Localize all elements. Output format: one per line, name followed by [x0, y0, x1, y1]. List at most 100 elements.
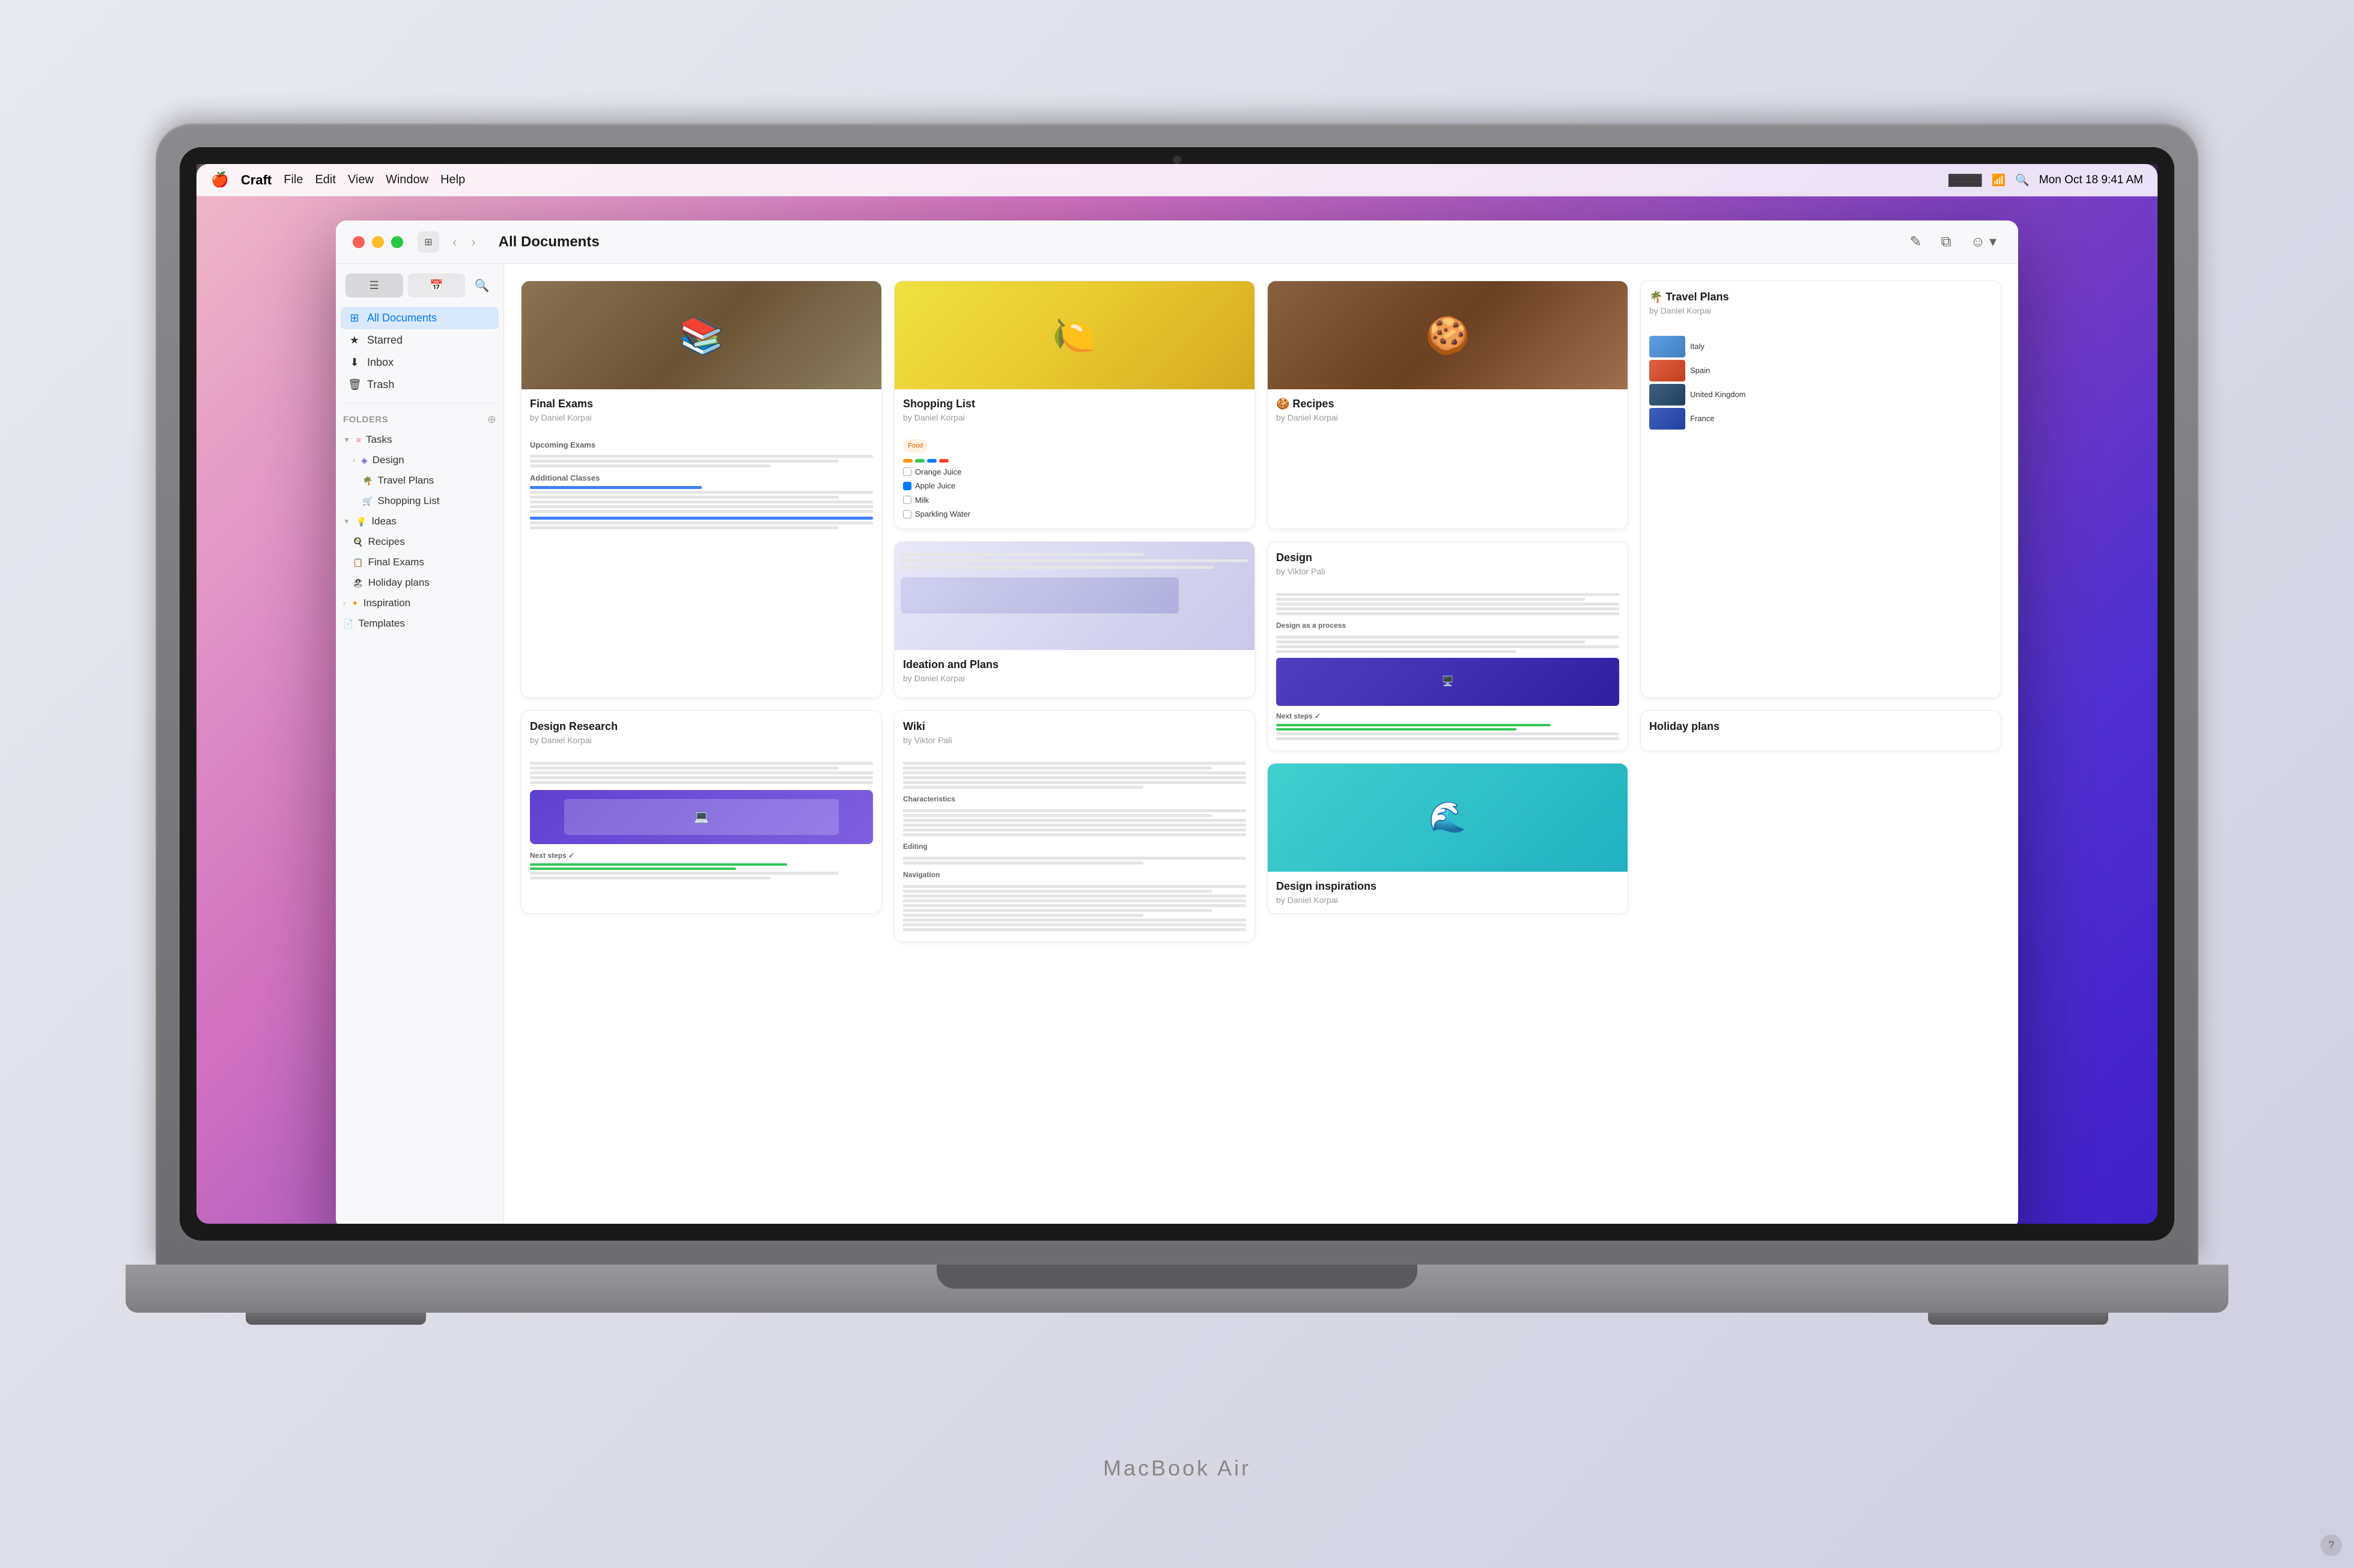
new-document-button[interactable]: ✎	[1905, 231, 1927, 253]
nav-forward-button[interactable]: ›	[465, 231, 481, 254]
sidebar-calendar-view-button[interactable]: 📅	[408, 273, 466, 297]
macbook-label: MacBook Air	[1103, 1456, 1251, 1481]
design-title: Design	[1276, 552, 1619, 564]
ideation-body: Ideation and Plans by Daniel Korpai	[895, 650, 1255, 691]
final-exams-content: Upcoming Exams Additional Classes	[522, 431, 881, 539]
folder-item-inspiration[interactable]: › ✦ Inspiration	[336, 593, 503, 613]
design-research-body: Design Research by Daniel Korpai	[522, 711, 881, 753]
content-area: 📚 Final Exams by Daniel Korpai Upco	[504, 264, 2018, 1224]
window-actions: ✎ ⧉ ☺ ▾	[1905, 231, 2001, 253]
sidebar-nav: ⊞ All Documents ★ Starred ⬇	[336, 302, 503, 401]
doc-card-design[interactable]: Design by Viktor Pali	[1267, 541, 1628, 751]
doc-card-final-exams[interactable]: 📚 Final Exams by Daniel Korpai Upco	[521, 281, 882, 698]
nav-back-button[interactable]: ‹	[446, 231, 463, 254]
folder-item-design[interactable]: › ◈ Design	[336, 450, 503, 470]
starred-icon: ★	[348, 334, 361, 347]
folder-item-shopping-list[interactable]: 🛒 Shopping List	[336, 491, 503, 511]
doc-card-wiki[interactable]: Wiki by Viktor Pali	[894, 710, 1255, 942]
travel-plans-title: 🌴 Travel Plans	[1649, 291, 1992, 303]
doc-card-design-inspirations[interactable]: 🌊 Design inspirations by Daniel Korpai	[1267, 763, 1628, 914]
sidebar-divider	[343, 403, 496, 404]
spain-thumb	[1649, 360, 1685, 381]
sidebar-item-all-documents[interactable]: ⊞ All Documents	[341, 307, 499, 329]
holiday-plans-body: Holiday plans	[1641, 711, 2001, 744]
doc-card-shopping-list[interactable]: 🍋 Shopping List by Daniel Korpai	[894, 281, 1255, 529]
sidebar-list-view-button[interactable]: ☰	[345, 273, 403, 297]
recipes-title: 🍪 Recipes	[1276, 398, 1619, 410]
travel-item-spain: Spain	[1649, 360, 1992, 381]
folder-travel-plans-label: Travel Plans	[377, 475, 434, 487]
menu-help[interactable]: Help	[440, 173, 465, 187]
nav-buttons: ‹ ›	[446, 231, 482, 254]
doc-card-design-research[interactable]: Design Research by Daniel Korpai	[521, 710, 882, 914]
folder-item-travel-plans[interactable]: 🌴 Travel Plans	[336, 470, 503, 491]
all-documents-icon: ⊞	[348, 312, 361, 324]
macbook-lid: 🍎 Craft File Edit View Window Help ▓▓▓▓ …	[156, 123, 2198, 1265]
macos-ui: 🍎 Craft File Edit View Window Help ▓▓▓▓ …	[196, 164, 2158, 1224]
folder-item-holiday-plans[interactable]: 🏖 Holiday plans	[336, 573, 503, 593]
doc-card-recipes[interactable]: 🍪 🍪 Recipes by Daniel Korpai	[1267, 281, 1628, 529]
menu-edit[interactable]: Edit	[315, 173, 335, 187]
italy-thumb	[1649, 336, 1685, 357]
wiki-author: by Viktor Pali	[903, 735, 1246, 745]
folders-section-header: Folders ⊕	[336, 406, 503, 428]
menu-file[interactable]: File	[284, 173, 303, 187]
design-body: Design by Viktor Pali	[1268, 542, 1628, 585]
menu-bar: 🍎 Craft File Edit View Window Help ▓▓▓▓ …	[196, 164, 2158, 196]
datetime: Mon Oct 18 9:41 AM	[2039, 174, 2143, 187]
search-icon[interactable]: 🔍	[2015, 173, 2030, 187]
folder-inspiration-label: Inspiration	[363, 597, 410, 609]
apple-logo-icon[interactable]: 🍎	[211, 171, 229, 189]
sidebar-item-inbox[interactable]: ⬇ Inbox	[341, 351, 499, 374]
folder-item-final-exams[interactable]: 📋 Final Exams	[336, 552, 503, 573]
sidebar-item-trash[interactable]: 🗑 Trash	[341, 374, 499, 396]
recipes-author: by Daniel Korpai	[1276, 413, 1619, 422]
ideation-title: Ideation and Plans	[903, 658, 1246, 671]
travel-list: Italy Spain	[1649, 332, 1992, 433]
share-button[interactable]: ⧉	[1936, 231, 1956, 253]
sidebar-toggle-button[interactable]: ⊞	[418, 231, 439, 253]
add-folder-button[interactable]: ⊕	[487, 413, 496, 426]
wiki-title: Wiki	[903, 720, 1246, 733]
sidebar-item-starred[interactable]: ★ Starred	[341, 329, 499, 351]
window-body: ☰ 📅 🔍 ⊞ All Documents	[336, 264, 2018, 1224]
ideation-thumbnail	[895, 542, 1255, 650]
window-minimize-button[interactable]	[372, 236, 384, 248]
design-inspirations-body: Design inspirations by Daniel Korpai	[1268, 872, 1628, 913]
app-name: Craft	[241, 172, 272, 188]
menu-window[interactable]: Window	[386, 173, 428, 187]
main-area: ⊞ ‹ › All Documents ✎	[196, 196, 2158, 1224]
sidebar-toggle-icon: ⊞	[424, 236, 432, 248]
travel-plans-content: Italy Spain	[1641, 324, 2001, 442]
macbook-foot-right	[1928, 1313, 2108, 1325]
macbook-notch	[937, 1265, 1417, 1289]
window-controls	[353, 236, 403, 248]
menu-view[interactable]: View	[348, 173, 374, 187]
travel-item-uk: United Kingdom	[1649, 384, 1992, 406]
doc-card-ideation-plans[interactable]: Ideation and Plans by Daniel Korpai	[894, 541, 1255, 699]
sidebar-item-all-documents-label: All Documents	[367, 312, 437, 324]
shopping-list-title: Shopping List	[903, 398, 1246, 410]
doc-card-holiday-plans[interactable]: Holiday plans	[1640, 710, 2001, 751]
travel-item-italy: Italy	[1649, 336, 1992, 357]
user-button[interactable]: ☺ ▾	[1966, 231, 2001, 253]
uk-thumb	[1649, 384, 1685, 406]
window-close-button[interactable]	[353, 236, 365, 248]
shopping-checklist: Orange Juice Apple Juice Milk Sparkling …	[903, 466, 1246, 520]
screen: 🍎 Craft File Edit View Window Help ▓▓▓▓ …	[196, 164, 2158, 1224]
window-maximize-button[interactable]	[391, 236, 403, 248]
travel-plans-author: by Daniel Korpai	[1649, 306, 1992, 315]
folder-item-recipes[interactable]: 🍳 Recipes	[336, 532, 503, 552]
sidebar-search-button[interactable]: 🔍	[470, 273, 494, 297]
sidebar-item-trash-label: Trash	[367, 378, 394, 391]
folder-item-templates[interactable]: 📄 Templates	[336, 613, 503, 634]
doc-card-travel-plans[interactable]: 🌴 Travel Plans by Daniel Korpai	[1640, 281, 2001, 698]
wifi-icon: 📶	[1991, 173, 2006, 187]
sidebar-item-inbox-label: Inbox	[367, 356, 394, 369]
wiki-content: Characteristics Editing	[895, 753, 1255, 941]
macbook-base	[126, 1265, 2228, 1313]
folders-list: ▼ ≡ Tasks › ◈ Design	[336, 428, 503, 635]
folder-item-tasks[interactable]: ▼ ≡ Tasks	[336, 430, 503, 450]
inspiration-chevron-icon: ›	[343, 599, 345, 607]
folder-item-ideas[interactable]: ▼ 💡 Ideas	[336, 511, 503, 532]
